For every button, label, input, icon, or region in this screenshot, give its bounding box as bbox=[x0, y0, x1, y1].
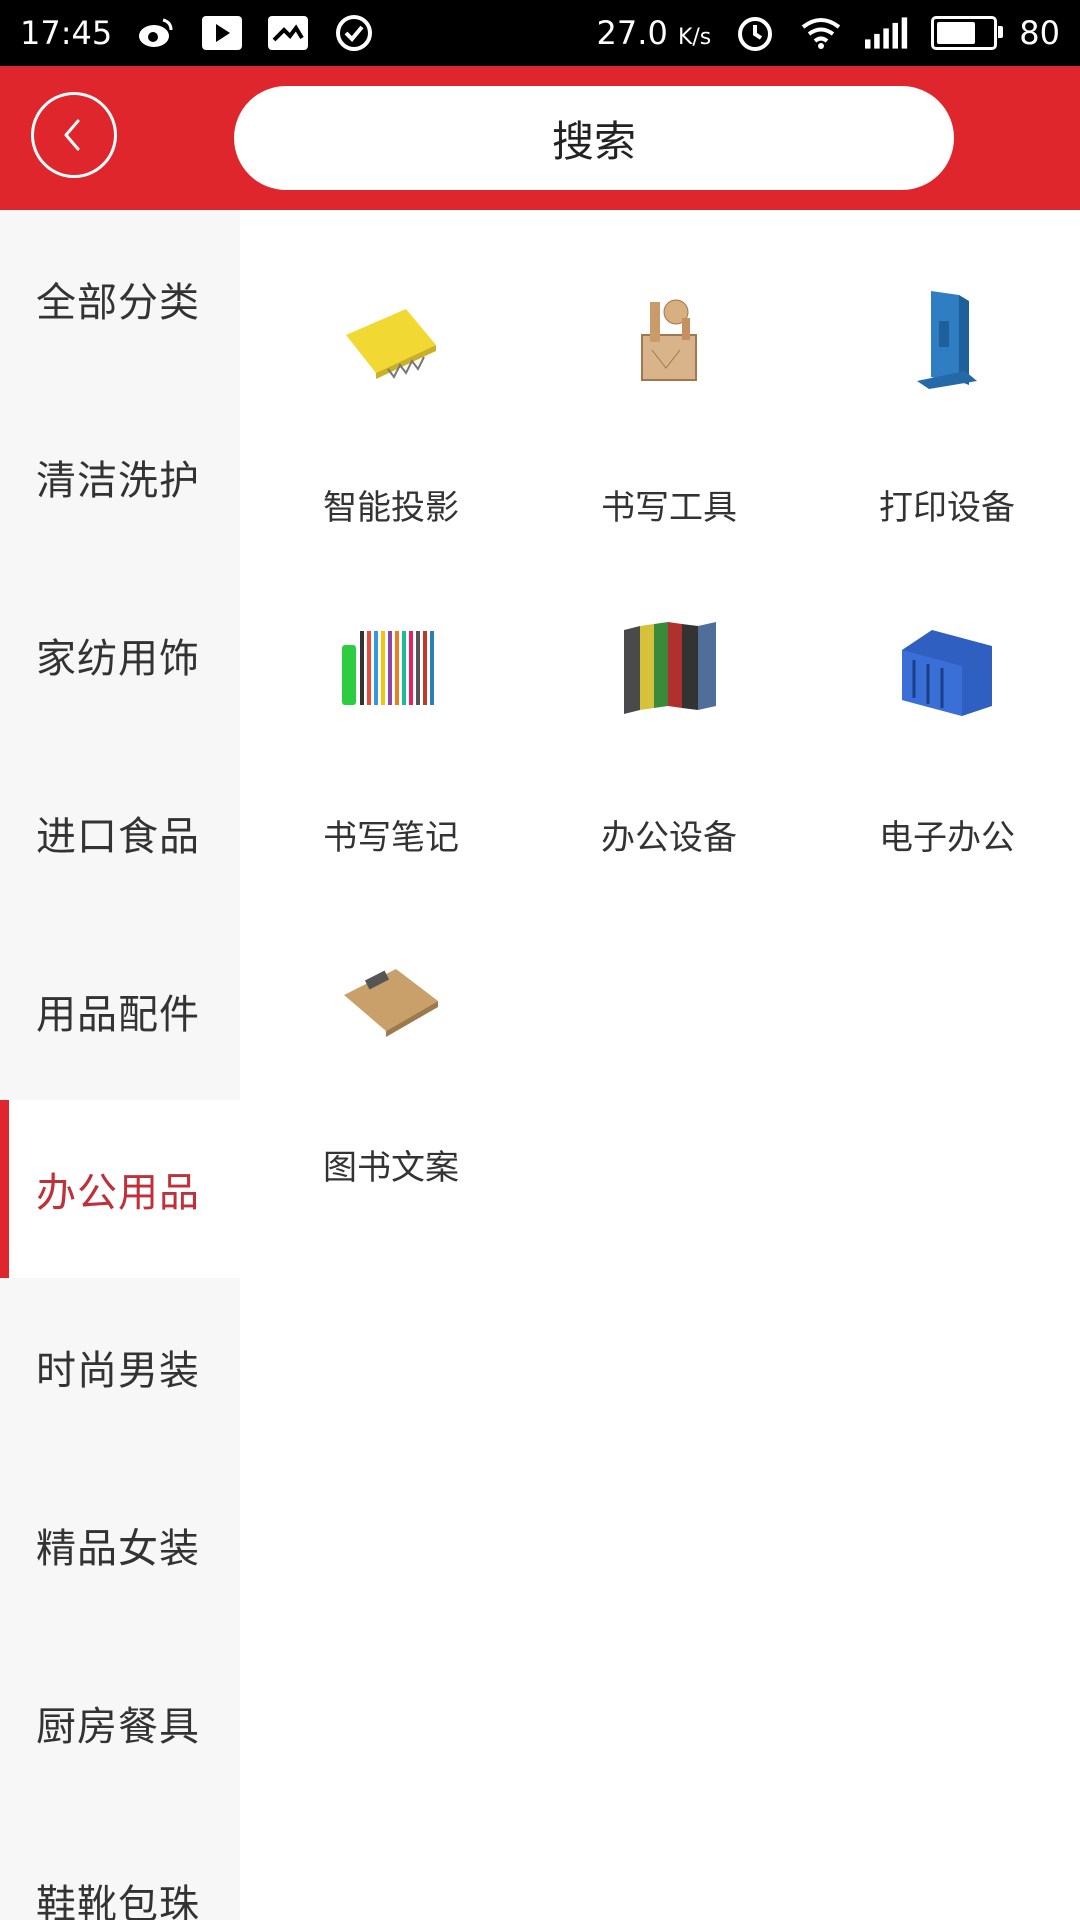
sidebar-item-label: 清洁洗护 bbox=[36, 458, 200, 504]
sidebar-item-label: 家纺用饰 bbox=[36, 636, 200, 682]
weibo-icon bbox=[134, 14, 178, 52]
sidebar-item-label: 用品配件 bbox=[36, 992, 200, 1038]
battery-icon bbox=[931, 16, 1004, 50]
subcategory-label: 电子办公 bbox=[879, 818, 1015, 858]
search-placeholder: 搜索 bbox=[551, 116, 636, 166]
sidebar-item[interactable]: 家纺用饰 bbox=[0, 566, 240, 744]
sidebar-item-label: 进口食品 bbox=[36, 814, 200, 860]
subcategory-grid: 智能投影 书写工具 打印设备书写笔记 办公设备 电子办公图书文案 bbox=[240, 210, 1080, 1920]
file-rack-icon bbox=[887, 610, 1007, 730]
signal-icon bbox=[865, 14, 909, 52]
gallery-icon bbox=[266, 14, 310, 52]
notebook-icon bbox=[331, 280, 451, 400]
sidebar-item[interactable]: 鞋靴包珠 bbox=[0, 1812, 240, 1920]
net-speed-value: 27.0 bbox=[596, 14, 668, 52]
sidebar-item-label: 办公用品 bbox=[36, 1170, 200, 1216]
status-time: 17:45 bbox=[20, 14, 113, 52]
pens-icon bbox=[331, 610, 451, 730]
status-bar: 17:45 27.0 K/s 80 bbox=[0, 0, 1080, 66]
sidebar-item[interactable]: 全部分类 bbox=[0, 210, 240, 388]
net-speed-unit: K/s bbox=[677, 25, 712, 50]
sidebar-item[interactable]: 精品女装 bbox=[0, 1456, 240, 1634]
subcategory-item[interactable]: 电子办公 bbox=[808, 540, 1080, 870]
wifi-icon bbox=[799, 14, 843, 52]
subcategory-label: 书写工具 bbox=[601, 488, 737, 528]
sidebar-item[interactable]: 清洁洗护 bbox=[0, 388, 240, 566]
subcategory-item[interactable]: 书写笔记 bbox=[252, 540, 530, 870]
check-circle-icon bbox=[332, 14, 376, 52]
subcategory-item[interactable]: 打印设备 bbox=[808, 210, 1080, 540]
sidebar-item[interactable]: 时尚男装 bbox=[0, 1278, 240, 1456]
bookend-icon bbox=[887, 280, 1007, 400]
sidebar-item[interactable]: 办公用品 bbox=[0, 1100, 240, 1278]
subcategory-item[interactable]: 办公设备 bbox=[530, 540, 808, 870]
video-play-icon bbox=[200, 14, 244, 52]
alarm-icon bbox=[733, 14, 777, 52]
sidebar-item[interactable]: 用品配件 bbox=[0, 922, 240, 1100]
sidebar-item-label: 厨房餐具 bbox=[36, 1704, 200, 1750]
subcategory-label: 智能投影 bbox=[323, 488, 459, 528]
category-sidebar[interactable]: 全部分类清洁洗护家纺用饰进口食品用品配件办公用品时尚男装精品女装厨房餐具鞋靴包珠 bbox=[0, 210, 240, 1920]
subcategory-label: 打印设备 bbox=[879, 488, 1015, 528]
subcategory-item[interactable]: 图书文案 bbox=[252, 870, 530, 1200]
clipboard-icon bbox=[331, 940, 451, 1060]
sidebar-item-label: 精品女装 bbox=[36, 1526, 200, 1572]
sidebar-item-label: 鞋靴包珠 bbox=[36, 1882, 200, 1920]
subcategory-label: 书写笔记 bbox=[323, 818, 459, 858]
top-bar: 搜索 bbox=[0, 66, 1080, 210]
back-button[interactable] bbox=[31, 92, 117, 178]
search-input[interactable]: 搜索 bbox=[234, 86, 954, 190]
sidebar-item-label: 全部分类 bbox=[36, 280, 200, 326]
sidebar-item[interactable]: 进口食品 bbox=[0, 744, 240, 922]
pen-holder-icon bbox=[609, 280, 729, 400]
net-speed: 27.0 K/s bbox=[597, 14, 712, 52]
subcategory-label: 办公设备 bbox=[601, 818, 737, 858]
binders-icon bbox=[609, 610, 729, 730]
sidebar-item-label: 时尚男装 bbox=[36, 1348, 200, 1394]
subcategory-item[interactable]: 书写工具 bbox=[530, 210, 808, 540]
chevron-left-icon bbox=[64, 119, 80, 151]
battery-percent: 80 bbox=[1019, 14, 1060, 52]
subcategory-item[interactable]: 智能投影 bbox=[252, 210, 530, 540]
sidebar-item[interactable]: 厨房餐具 bbox=[0, 1634, 240, 1812]
subcategory-label: 图书文案 bbox=[323, 1148, 459, 1188]
